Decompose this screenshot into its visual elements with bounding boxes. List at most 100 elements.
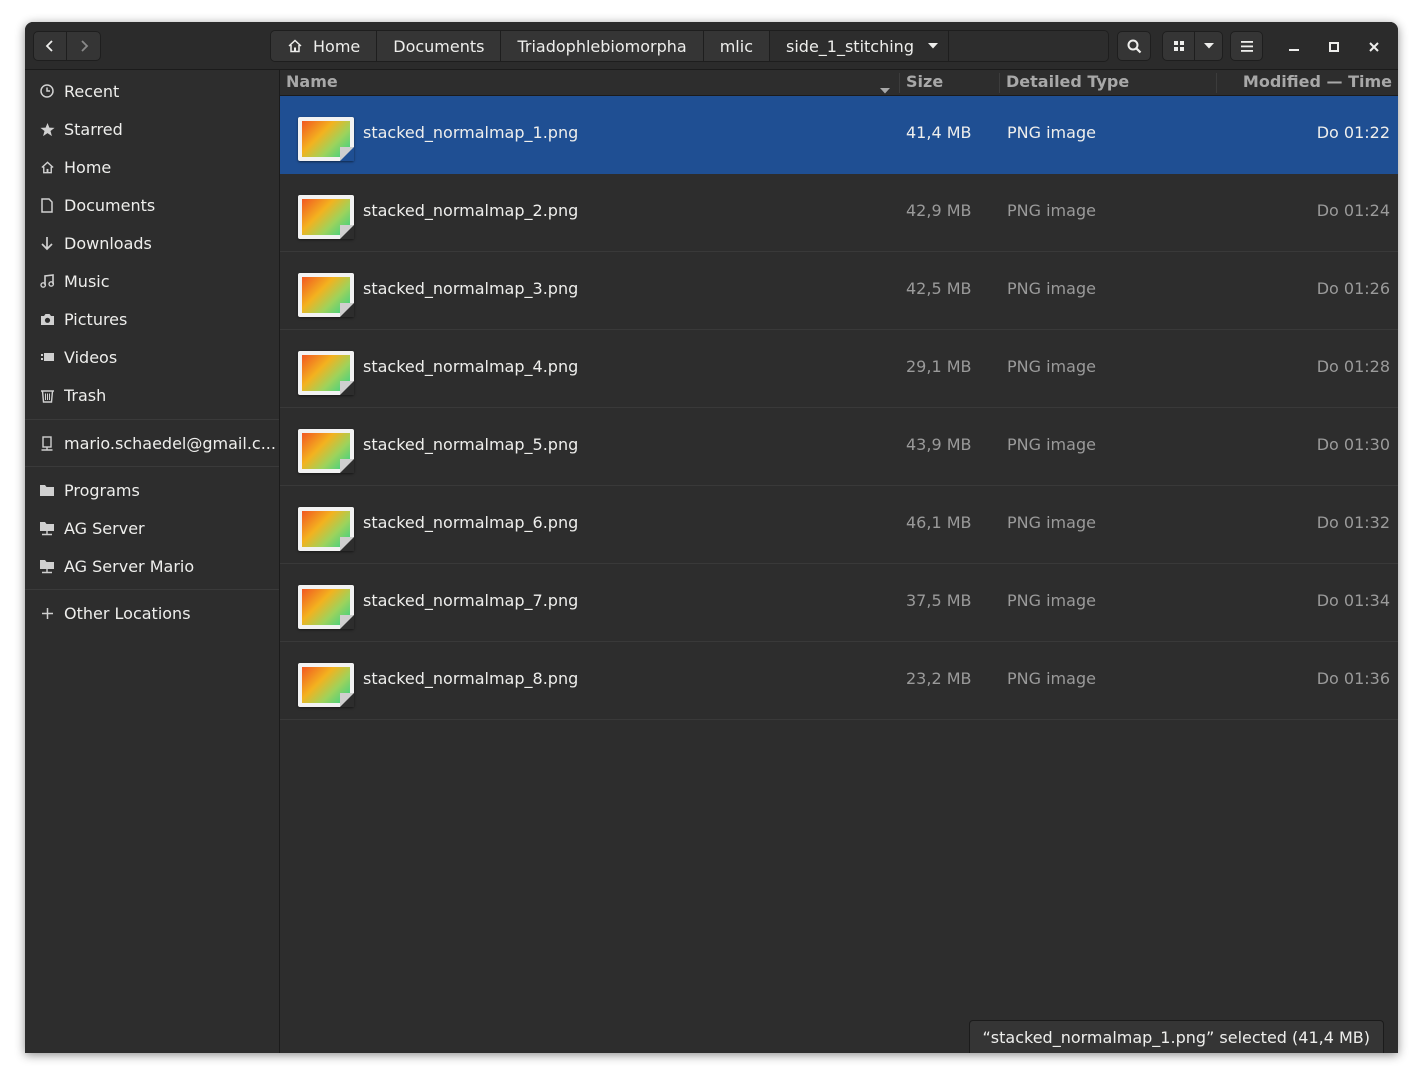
sidebar-item-ag-server[interactable]: AG Server <box>25 509 279 547</box>
sidebar-item-online-account[interactable]: mario.schaedel@gmail.c... <box>25 424 279 462</box>
file-name: stacked_normalmap_5.png <box>363 435 579 454</box>
sidebar-item-label: AG Server <box>64 518 145 538</box>
file-name: stacked_normalmap_6.png <box>363 513 579 532</box>
sidebar-item-starred[interactable]: Starred <box>25 110 279 148</box>
document-icon <box>39 197 55 213</box>
sidebar-item-trash[interactable]: Trash <box>25 376 279 414</box>
file-row[interactable]: stacked_normalmap_3.png 42,5 MB PNG image D… <box>280 252 1398 330</box>
sidebar-separator <box>25 589 279 590</box>
file-modified: Do 01:28 <box>1316 357 1390 376</box>
sidebar-item-label: Starred <box>64 119 123 139</box>
file-row[interactable]: stacked_normalmap_7.png 37,5 MB PNG image D… <box>280 564 1398 642</box>
sidebar-item-label: AG Server Mario <box>64 556 195 576</box>
search-button[interactable] <box>1117 31 1151 61</box>
file-manager-window: Home Documents Triadophlebiomorpha mlic … <box>25 22 1398 1053</box>
sidebar-item-music[interactable]: Music <box>25 262 279 300</box>
sidebar-item-ag-server-mario[interactable]: AG Server Mario <box>25 547 279 585</box>
sidebar-item-documents[interactable]: Documents <box>25 186 279 224</box>
image-thumbnail-icon <box>298 585 354 629</box>
file-list-view: Name Size Detailed Type Modified — Time … <box>280 70 1398 1053</box>
network-folder-icon <box>39 558 55 574</box>
plus-icon <box>39 605 55 621</box>
column-separator[interactable] <box>999 73 1000 93</box>
image-thumbnail-icon <box>298 429 354 473</box>
image-thumbnail-icon <box>298 273 354 317</box>
video-icon <box>39 349 55 365</box>
file-row[interactable]: stacked_normalmap_5.png 43,9 MB PNG image D… <box>280 408 1398 486</box>
download-icon <box>39 235 55 251</box>
sidebar-item-label: Documents <box>64 195 156 215</box>
view-options-button[interactable] <box>1194 31 1223 61</box>
camera-icon <box>39 311 55 327</box>
sidebar-item-recent[interactable]: Recent <box>25 72 279 110</box>
hamburger-menu-icon <box>1240 40 1253 52</box>
file-row[interactable]: stacked_normalmap_6.png 46,1 MB PNG image D… <box>280 486 1398 564</box>
column-name-header[interactable]: Name <box>286 72 338 91</box>
minimize-button[interactable] <box>1283 35 1305 57</box>
online-account-icon <box>39 435 55 451</box>
path-bar-empty-area[interactable] <box>948 31 1108 61</box>
file-name: stacked_normalmap_4.png <box>363 357 579 376</box>
page-curl <box>340 147 354 161</box>
image-thumbnail-icon <box>298 195 354 239</box>
breadcrumb-documents[interactable]: Documents <box>377 31 502 61</box>
sidebar-item-label: mario.schaedel@gmail.c... <box>64 433 276 453</box>
sidebar-item-label: Music <box>64 271 110 291</box>
status-text: “stacked_normalmap_1.png” selected (41,4… <box>982 1027 1371 1047</box>
sidebar-item-label: Programs <box>64 480 140 500</box>
page-curl <box>340 459 354 473</box>
breadcrumb-home[interactable]: Home <box>271 31 378 61</box>
breadcrumb-side-1-stitching[interactable]: side_1_stitching <box>770 31 949 61</box>
file-row[interactable]: stacked_normalmap_1.png 41,4 MB PNG image D… <box>280 96 1398 174</box>
chevron-down-icon[interactable] <box>927 43 938 49</box>
forward-button[interactable] <box>66 31 101 61</box>
file-type: PNG image <box>1007 591 1096 610</box>
sidebar-item-programs[interactable]: Programs <box>25 471 279 509</box>
sidebar-item-pictures[interactable]: Pictures <box>25 300 279 338</box>
file-modified: Do 01:34 <box>1316 591 1390 610</box>
column-separator[interactable] <box>899 73 900 93</box>
breadcrumb-mlic[interactable]: mlic <box>703 31 770 61</box>
column-separator[interactable] <box>1216 73 1217 93</box>
sidebar-separator <box>25 466 279 467</box>
sidebar-item-videos[interactable]: Videos <box>25 338 279 376</box>
sidebar-item-other-locations[interactable]: Other Locations <box>25 594 279 632</box>
file-row[interactable]: stacked_normalmap_8.png 23,2 MB PNG image D… <box>280 642 1398 720</box>
sidebar-item-label: Trash <box>64 385 107 405</box>
view-mode-button[interactable] <box>1162 31 1195 61</box>
sidebar-item-label: Recent <box>64 81 120 101</box>
column-modified-header[interactable]: Modified — Time <box>1243 72 1392 91</box>
folder-icon <box>39 482 55 498</box>
file-type: PNG image <box>1007 435 1096 454</box>
trash-icon <box>39 387 55 403</box>
file-name: stacked_normalmap_7.png <box>363 591 579 610</box>
sidebar-separator <box>25 419 279 420</box>
main-menu-button[interactable] <box>1230 31 1263 61</box>
file-name: stacked_normalmap_3.png <box>363 279 579 298</box>
close-icon <box>1369 37 1379 56</box>
file-size: 42,5 MB <box>906 279 972 298</box>
breadcrumb-label: side_1_stitching <box>786 36 914 56</box>
sidebar-item-label: Other Locations <box>64 603 191 623</box>
sidebar-item-label: Videos <box>64 347 118 367</box>
file-type: PNG image <box>1007 669 1096 688</box>
file-row[interactable]: stacked_normalmap_4.png 29,1 MB PNG image D… <box>280 330 1398 408</box>
file-size: 37,5 MB <box>906 591 972 610</box>
back-button[interactable] <box>33 31 67 61</box>
file-type: PNG image <box>1007 513 1096 532</box>
column-size-header[interactable]: Size <box>906 72 943 91</box>
file-type: PNG image <box>1007 279 1096 298</box>
page-curl <box>340 537 354 551</box>
chevron-right-icon <box>78 39 90 53</box>
sidebar-item-downloads[interactable]: Downloads <box>25 224 279 262</box>
music-icon <box>39 273 55 289</box>
sidebar-item-label: Home <box>64 157 112 177</box>
file-row[interactable]: stacked_normalmap_2.png 42,9 MB PNG image D… <box>280 174 1398 252</box>
close-button[interactable] <box>1363 35 1385 57</box>
maximize-button[interactable] <box>1323 35 1345 57</box>
file-modified: Do 01:30 <box>1316 435 1390 454</box>
breadcrumb-label: Home <box>313 36 361 56</box>
column-type-header[interactable]: Detailed Type <box>1006 72 1129 91</box>
sidebar-item-home[interactable]: Home <box>25 148 279 186</box>
breadcrumb-triadophlebiomorpha[interactable]: Triadophlebiomorpha <box>501 31 704 61</box>
